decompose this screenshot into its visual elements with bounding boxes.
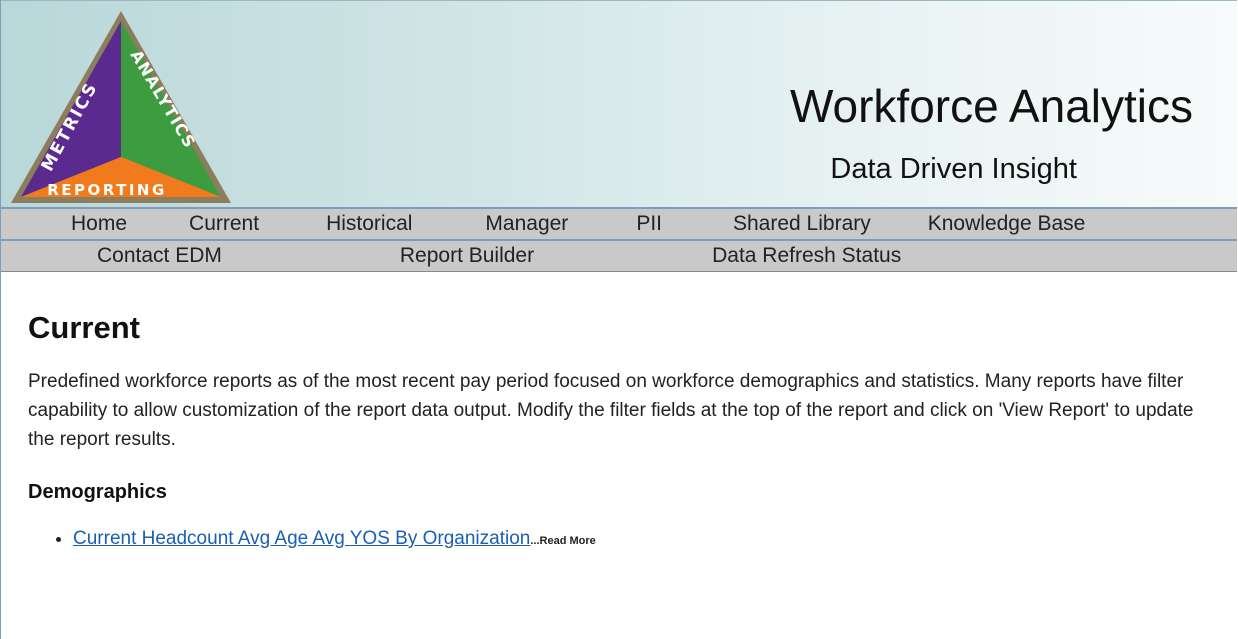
main-navigation: Home Current Historical Manager PII Shar…: [1, 207, 1237, 272]
header-banner: METRICS ANALYTICS REPORTING Workforce An…: [1, 0, 1237, 207]
page-description: Predefined workforce reports as of the m…: [28, 371, 1194, 450]
nav-item-report-builder[interactable]: Report Builder: [400, 244, 534, 268]
report-list: Current Headcount Avg Age Avg YOS By Org…: [28, 528, 1237, 550]
nav-item-current[interactable]: Current: [189, 212, 259, 236]
nav-row-primary: Home Current Historical Manager PII Shar…: [1, 209, 1237, 239]
app-subtitle: Data Driven Insight: [830, 153, 1077, 185]
page-title: Current: [28, 310, 140, 345]
nav-item-manager[interactable]: Manager: [485, 212, 568, 236]
nav-item-pii[interactable]: PII: [636, 212, 662, 236]
nav-row-secondary: Contact EDM Report Builder Data Refresh …: [1, 239, 1237, 271]
page: METRICS ANALYTICS REPORTING Workforce An…: [0, 0, 1237, 639]
logo-reporting-label: REPORTING: [47, 181, 167, 199]
nav-item-shared-library[interactable]: Shared Library: [733, 212, 871, 236]
workforce-analytics-logo[interactable]: METRICS ANALYTICS REPORTING: [7, 7, 235, 205]
main-content: Current Predefined workforce reports as …: [1, 310, 1237, 550]
read-more-link[interactable]: ...Read More: [530, 535, 595, 547]
nav-item-home[interactable]: Home: [71, 212, 127, 236]
nav-item-knowledge-base[interactable]: Knowledge Base: [928, 212, 1086, 236]
section-title-demographics: Demographics: [28, 481, 167, 503]
nav-item-historical[interactable]: Historical: [326, 212, 412, 236]
report-link[interactable]: Current Headcount Avg Age Avg YOS By Org…: [73, 528, 530, 549]
nav-item-data-refresh-status[interactable]: Data Refresh Status: [712, 244, 901, 268]
nav-item-contact-edm[interactable]: Contact EDM: [97, 244, 222, 268]
list-item: Current Headcount Avg Age Avg YOS By Org…: [73, 528, 1237, 550]
app-title: Workforce Analytics: [789, 80, 1193, 132]
